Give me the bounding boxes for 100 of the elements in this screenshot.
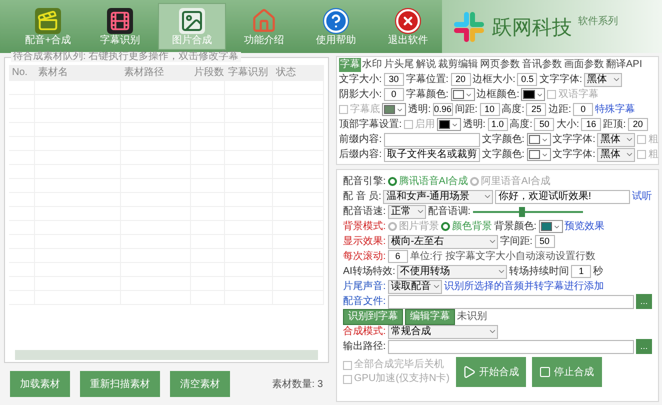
- dropdown[interactable]: 常规合成: [388, 324, 498, 338]
- field-label: 文字颜色:: [482, 150, 525, 160]
- caret-icon: [465, 90, 473, 98]
- field-label: 片尾声音:: [343, 282, 386, 292]
- text-field[interactable]: 你好，欢迎试听效果!: [495, 190, 630, 204]
- number-field[interactable]: 50: [534, 118, 554, 131]
- tab[interactable]: 翻译API: [605, 58, 644, 72]
- link[interactable]: 试听: [632, 192, 652, 202]
- caret-icon: [488, 327, 497, 336]
- field-label: 文字大小:: [339, 74, 382, 84]
- number-field[interactable]: 16: [581, 118, 602, 131]
- dropdown[interactable]: 正常: [388, 204, 426, 218]
- dropdown[interactable]: 黑体: [597, 148, 636, 162]
- dropdown[interactable]: 不使用转场: [397, 264, 508, 278]
- browse-button[interactable]: ...: [636, 294, 652, 309]
- text-field[interactable]: [388, 294, 634, 308]
- slider[interactable]: [472, 206, 583, 216]
- dropdown[interactable]: 黑体: [584, 72, 622, 86]
- number-field[interactable]: 6: [388, 250, 408, 263]
- number-field[interactable]: 10: [480, 103, 500, 116]
- number-field[interactable]: 50: [534, 235, 555, 248]
- caret-icon: [416, 207, 425, 216]
- field-label: 秒: [593, 266, 604, 276]
- slider-thumb[interactable]: [519, 206, 526, 216]
- dropdown[interactable]: 黑体: [597, 132, 636, 146]
- color-picker[interactable]: [436, 118, 461, 131]
- field-label: 后缀内容:: [339, 150, 382, 160]
- tab[interactable]: 解说: [415, 58, 437, 72]
- number-field[interactable]: 1: [571, 265, 592, 278]
- text-field[interactable]: [388, 340, 634, 354]
- text-field[interactable]: [384, 132, 480, 146]
- caret-icon: [483, 192, 492, 201]
- field-label: 背景模式:: [343, 222, 386, 232]
- panel-legend: 待合成素材队列: 右键执行更多操作，双击修改字幕: [11, 52, 241, 62]
- browse-button[interactable]: ...: [636, 339, 652, 354]
- logo-icon: [452, 10, 486, 44]
- house-icon: [251, 8, 277, 34]
- link[interactable]: 识别所选择的音频并转字幕进行添加: [444, 282, 604, 292]
- horizontal-scrollbar[interactable]: [15, 350, 318, 360]
- dropdown[interactable]: 横向-左至右: [388, 234, 498, 248]
- material-count: 素材数量: 3: [272, 378, 323, 392]
- field-label: 高度:: [502, 104, 524, 114]
- color-picker[interactable]: [538, 220, 563, 233]
- link[interactable]: 特殊字幕: [595, 104, 636, 114]
- number-field[interactable]: 1.0: [488, 118, 508, 131]
- tab[interactable]: 音讯参数: [521, 58, 563, 72]
- help-icon: [323, 8, 349, 34]
- field-label: 边框大小:: [472, 74, 516, 84]
- field-label: 文字字体:: [539, 74, 582, 84]
- field-label: 配音引擎:: [343, 176, 386, 186]
- tab[interactable]: 片头尾: [383, 58, 415, 72]
- tab[interactable]: 网页参数: [479, 58, 521, 72]
- tab[interactable]: 裁剪编辑: [437, 58, 479, 72]
- dropdown[interactable]: 读取配音: [388, 280, 442, 294]
- close-icon: [395, 8, 421, 34]
- color-picker[interactable]: [450, 88, 475, 101]
- field-label: 字幕位置:: [406, 74, 449, 84]
- caret-icon: [488, 237, 497, 246]
- caret-icon: [396, 106, 404, 114]
- field-label: 距顶:: [603, 120, 626, 130]
- number-field[interactable]: 0.5: [517, 73, 538, 86]
- number-field[interactable]: 20: [628, 118, 648, 131]
- field-label: 高度:: [510, 120, 532, 130]
- color-picker[interactable]: [521, 88, 546, 101]
- text-field[interactable]: 取子文件夹名或裁剪: [384, 148, 480, 162]
- caret-icon: [536, 90, 544, 98]
- field-label: 透明:: [408, 104, 431, 114]
- field-label: 字幕颜色:: [406, 90, 449, 100]
- link[interactable]: 预览效果: [564, 222, 605, 232]
- caret-icon: [553, 222, 561, 230]
- field-label: 转场持续时间: [509, 266, 570, 276]
- caret-icon: [497, 267, 506, 276]
- number-field[interactable]: 0: [384, 88, 404, 101]
- color-picker[interactable]: [382, 103, 406, 116]
- number-field[interactable]: 30: [384, 73, 404, 86]
- hint-text: 单位:行 按字幕文字大小自动滚动设置行数: [410, 252, 596, 262]
- field-label: 文字字体:: [552, 134, 596, 144]
- field-label: 显示效果:: [343, 236, 386, 246]
- field-label: 阴影大小:: [339, 90, 382, 100]
- field-label: 边距:: [548, 104, 572, 114]
- brand-tagline: 软件系列: [578, 14, 618, 29]
- play-icon: [462, 365, 476, 379]
- dropdown[interactable]: 温和女声-通用场景: [383, 190, 494, 204]
- number-field[interactable]: 0.96: [432, 103, 453, 116]
- field-label: 前缀内容:: [339, 134, 382, 144]
- tab[interactable]: 水印: [361, 58, 383, 72]
- field-label: AI转场特效:: [343, 266, 396, 276]
- field-label: 顶部字幕设置:: [339, 120, 402, 130]
- field-label: 文字字体:: [552, 150, 596, 160]
- radio-option[interactable]: 腾讯语音AI合成: [388, 176, 468, 186]
- number-field[interactable]: 0: [573, 103, 594, 116]
- field-label: 配音文件:: [343, 296, 386, 306]
- field-label: 输出路径:: [343, 342, 386, 352]
- color-picker[interactable]: [526, 133, 551, 146]
- number-field[interactable]: 20: [450, 73, 471, 86]
- number-field[interactable]: 25: [526, 103, 546, 116]
- color-picker[interactable]: [526, 148, 551, 161]
- tab[interactable]: 画面参数: [563, 58, 605, 72]
- radio-option[interactable]: 颜色背景: [440, 222, 492, 232]
- stop-icon: [539, 366, 552, 378]
